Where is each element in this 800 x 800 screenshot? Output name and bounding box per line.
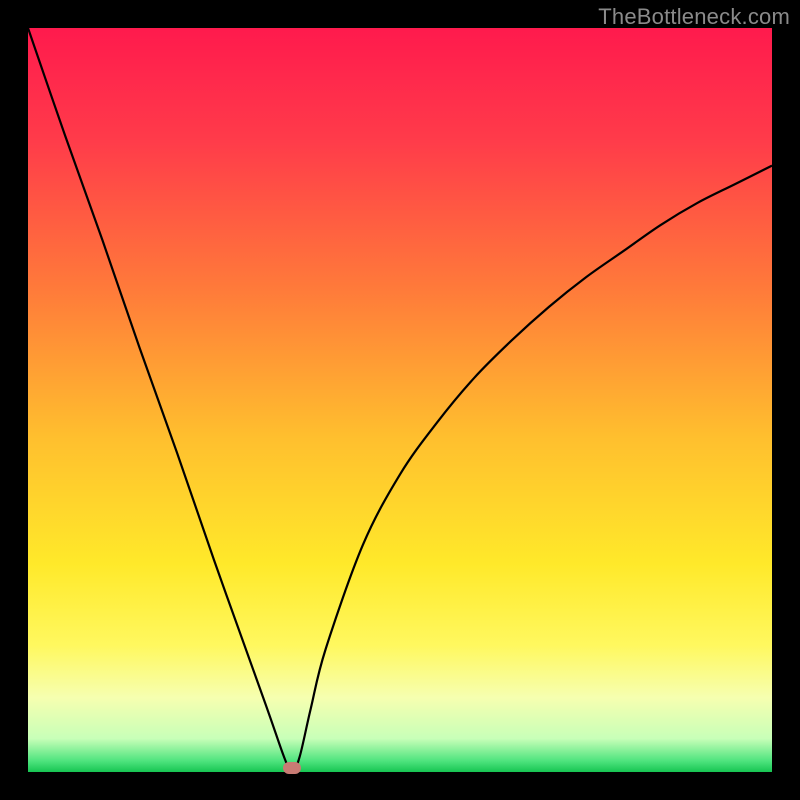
bottleneck-curve [28,28,772,772]
chart-frame [28,28,772,772]
optimal-point-marker [283,762,301,774]
watermark-text: TheBottleneck.com [598,4,790,30]
